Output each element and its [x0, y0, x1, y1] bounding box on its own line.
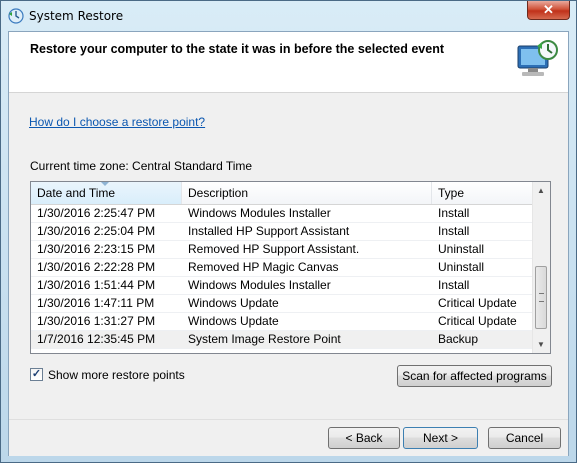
row-description: System Image Restore Point: [188, 332, 341, 346]
column-date-and-time[interactable]: Date and Time: [31, 182, 182, 204]
row-description: Installed HP Support Assistant: [188, 224, 350, 238]
row-description: Windows Modules Installer: [188, 278, 331, 292]
row-type: Uninstall: [438, 242, 485, 256]
sort-descending-icon: [101, 182, 109, 186]
column-description-label: Description: [188, 186, 249, 200]
table-row[interactable]: 1/30/2016 1:31:27 PM Windows Update Crit…: [31, 313, 533, 331]
column-description[interactable]: Description: [182, 182, 432, 204]
computer-restore-icon: [517, 40, 558, 76]
row-description: Windows Modules Installer: [188, 206, 331, 220]
row-type: Install: [438, 206, 470, 220]
system-restore-window: System Restore ✕ Restore your computer t…: [0, 0, 577, 463]
timezone-label: Current time zone: Central Standard Time: [30, 159, 253, 173]
scroll-thumb[interactable]: [535, 266, 547, 329]
page-title: Restore your computer to the state it wa…: [30, 42, 444, 56]
wizard-body: How do I choose a restore point? Current…: [9, 93, 568, 419]
table-row-selected[interactable]: 1/7/2016 12:35:45 PM System Image Restor…: [31, 331, 533, 349]
grip-icon: [539, 293, 544, 302]
scroll-down-arrow-icon[interactable]: ▼: [533, 336, 549, 353]
window-title: System Restore: [29, 9, 124, 23]
list-header: Date and Time Description Type: [31, 182, 533, 205]
help-link[interactable]: How do I choose a restore point?: [29, 115, 205, 129]
close-icon: ✕: [543, 2, 554, 17]
system-restore-icon: [8, 8, 24, 24]
scan-affected-programs-button[interactable]: Scan for affected programs: [397, 365, 552, 387]
row-date: 1/30/2016 1:47:11 PM: [37, 296, 155, 310]
row-description: Removed HP Support Assistant.: [188, 242, 360, 256]
wizard-client-area: Restore your computer to the state it wa…: [8, 31, 569, 456]
checkbox-label: Show more restore points: [48, 368, 185, 382]
table-row[interactable]: 1/30/2016 2:25:47 PM Windows Modules Ins…: [31, 205, 533, 223]
table-row[interactable]: 1/30/2016 1:47:11 PM Windows Update Crit…: [31, 295, 533, 313]
row-date: 1/30/2016 2:25:04 PM: [37, 224, 156, 238]
row-type: Backup: [438, 332, 479, 346]
row-date: 1/30/2016 1:31:27 PM: [37, 314, 156, 328]
cancel-button[interactable]: Cancel: [488, 427, 561, 449]
back-button[interactable]: < Back: [328, 427, 400, 449]
row-description: Windows Update: [188, 314, 279, 328]
scroll-up-arrow-icon[interactable]: ▲: [533, 182, 549, 199]
row-type: Install: [438, 224, 470, 238]
column-type-label: Type: [438, 186, 465, 200]
column-type[interactable]: Type: [432, 182, 533, 204]
row-type: Critical Update: [438, 314, 517, 328]
row-type: Critical Update: [438, 296, 517, 310]
column-date-label: Date and Time: [37, 186, 116, 200]
row-date: 1/30/2016 1:51:44 PM: [37, 278, 156, 292]
vertical-scrollbar[interactable]: ▲ ▼: [532, 182, 550, 353]
row-type: Install: [438, 278, 470, 292]
wizard-header: Restore your computer to the state it wa…: [9, 32, 568, 93]
close-button[interactable]: ✕: [527, 1, 570, 20]
row-date: 1/7/2016 12:35:45 PM: [37, 332, 156, 346]
row-description: Removed HP Magic Canvas: [188, 260, 339, 274]
row-date: 1/30/2016 2:25:47 PM: [37, 206, 156, 220]
list-rows: 1/30/2016 2:25:47 PM Windows Modules Ins…: [31, 205, 533, 349]
next-button[interactable]: Next >: [403, 427, 478, 449]
table-row[interactable]: 1/30/2016 2:22:28 PM Removed HP Magic Ca…: [31, 259, 533, 277]
table-row[interactable]: 1/30/2016 1:51:44 PM Windows Modules Ins…: [31, 277, 533, 295]
checkmark-icon[interactable]: ✓: [30, 368, 43, 381]
row-type: Uninstall: [438, 260, 485, 274]
row-date: 1/30/2016 2:23:15 PM: [37, 242, 156, 256]
wizard-footer: < Back Next > Cancel: [9, 419, 568, 456]
titlebar[interactable]: System Restore ✕: [1, 1, 576, 31]
restore-points-list[interactable]: Date and Time Description Type 1/30/2016…: [30, 181, 551, 354]
table-row[interactable]: 1/30/2016 2:25:04 PM Installed HP Suppor…: [31, 223, 533, 241]
row-description: Windows Update: [188, 296, 279, 310]
table-row[interactable]: 1/30/2016 2:23:15 PM Removed HP Support …: [31, 241, 533, 259]
row-date: 1/30/2016 2:22:28 PM: [37, 260, 156, 274]
